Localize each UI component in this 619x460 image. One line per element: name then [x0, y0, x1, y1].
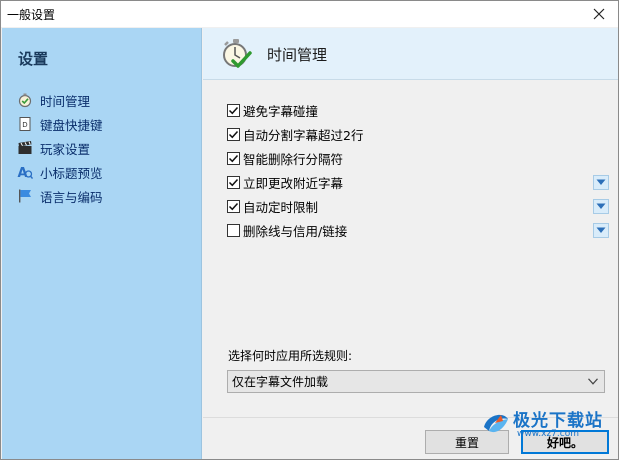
window-title: 一般设置 — [7, 8, 56, 22]
option-label: 智能删除行分隔符 — [243, 151, 344, 167]
close-icon — [593, 8, 605, 20]
sidebar-item-label: 玩家设置 — [40, 141, 91, 157]
options-list: 避免字幕碰撞 自动分割字幕超过2行 智能删除行分隔符 立即更改附近字幕 自动定时… — [227, 98, 611, 242]
sidebar-list: 时间管理 D 键盘快捷键 玩家设置 A 小标题预览 语言与编码 — [16, 88, 103, 208]
sidebar-item-label: 小标题预览 — [40, 165, 103, 181]
option-remove-credits-links[interactable]: 删除线与信用/链接 — [227, 218, 611, 242]
section-header: 时间管理 — [203, 28, 618, 80]
sidebar-item-subtitle-preview[interactable]: A 小标题预览 — [16, 160, 103, 184]
option-label: 立即更改附近字幕 — [243, 175, 344, 191]
checkbox[interactable] — [227, 127, 240, 141]
rule-select[interactable]: 仅在字幕文件加载 — [227, 370, 605, 393]
sidebar-title: 设置 — [18, 50, 49, 68]
chevron-down-icon — [588, 378, 598, 385]
option-smart-remove-linebreak[interactable]: 智能删除行分隔符 — [227, 146, 611, 170]
watermark-logo-icon — [484, 414, 508, 433]
option-label: 自动定时限制 — [243, 199, 319, 215]
keyboard-doc-icon: D — [16, 115, 34, 133]
stopwatch-icon — [16, 91, 34, 109]
option-label: 删除线与信用/链接 — [243, 223, 348, 239]
option-avoid-collision[interactable]: 避免字幕碰撞 — [227, 98, 611, 122]
flag-icon — [16, 187, 34, 205]
option-change-nearby[interactable]: 立即更改附近字幕 — [227, 170, 611, 194]
sidebar-item-player-settings[interactable]: 玩家设置 — [16, 136, 103, 160]
stopwatch-check-icon — [219, 37, 253, 71]
checkmark-icon — [228, 154, 239, 162]
dropdown-button[interactable] — [593, 223, 609, 238]
close-button[interactable] — [584, 2, 614, 26]
checkbox[interactable] — [227, 175, 240, 189]
settings-window: 一般设置 设置 时间管理 D 键盘快捷键 玩家设置 A 小标题预览 语言与编码 … — [0, 0, 619, 460]
checkmark-icon — [228, 130, 239, 138]
checkbox[interactable] — [227, 103, 240, 117]
chevron-down-icon — [596, 203, 606, 209]
checkbox[interactable] — [227, 151, 240, 165]
checkbox[interactable] — [227, 223, 240, 237]
checkmark-icon — [228, 106, 239, 114]
option-label: 自动分割字幕超过2行 — [243, 127, 364, 143]
dropdown-button[interactable] — [593, 199, 609, 214]
sidebar-item-label: 语言与编码 — [40, 189, 103, 205]
preview-icon: A — [16, 163, 34, 181]
checkmark-icon — [228, 178, 239, 186]
sidebar-item-keyboard-shortcuts[interactable]: D 键盘快捷键 — [16, 112, 103, 136]
sidebar-item-label: 键盘快捷键 — [40, 117, 103, 133]
sidebar-item-language-encoding[interactable]: 语言与编码 — [16, 184, 103, 208]
rule-label: 选择何时应用所选规则: — [228, 349, 353, 363]
page-title: 时间管理 — [267, 46, 328, 64]
chevron-down-icon — [596, 179, 606, 185]
option-label: 避免字幕碰撞 — [243, 103, 319, 119]
sidebar: 设置 时间管理 D 键盘快捷键 玩家设置 A 小标题预览 语言与编码 — [2, 28, 202, 459]
watermark: 极光下载站 www.xz7.com — [477, 403, 617, 455]
checkbox[interactable] — [227, 199, 240, 213]
rule-select-value: 仅在字幕文件加载 — [232, 375, 329, 389]
sidebar-item-label: 时间管理 — [40, 93, 91, 109]
title-bar[interactable]: 一般设置 — [1, 1, 618, 27]
dropdown-button[interactable] — [593, 175, 609, 190]
watermark-text: 极光下载站 — [513, 411, 603, 431]
sidebar-item-time-management[interactable]: 时间管理 — [16, 88, 103, 112]
chevron-down-icon — [596, 227, 606, 233]
option-auto-timing-limit[interactable]: 自动定时限制 — [227, 194, 611, 218]
svg-text:D: D — [22, 121, 27, 129]
watermark-url: www.xz7.com — [517, 429, 579, 439]
checkmark-icon — [228, 202, 239, 210]
clapperboard-icon — [16, 139, 34, 157]
option-auto-split[interactable]: 自动分割字幕超过2行 — [227, 122, 611, 146]
